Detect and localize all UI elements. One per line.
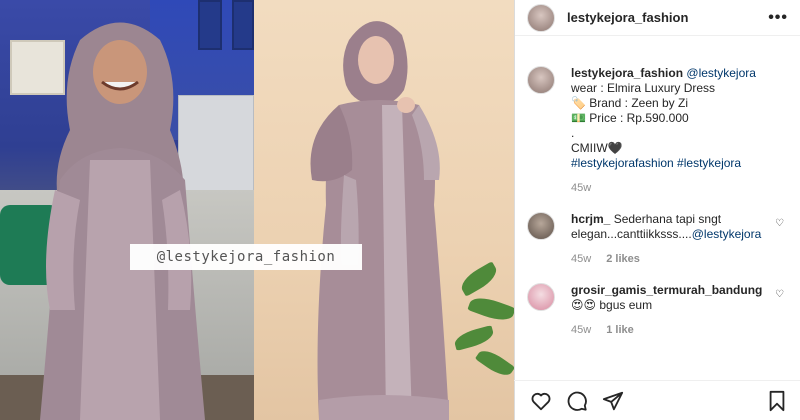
comment-username[interactable]: hcrjm_	[571, 212, 610, 226]
comment-meta: 45w 2 likes	[571, 252, 768, 267]
label-tag-emoji: 🏷️	[571, 96, 586, 110]
comment-likes[interactable]: 2 likes	[606, 253, 640, 265]
comment-like-heart-icon[interactable]: ♡	[775, 218, 784, 229]
heart-icon[interactable]	[530, 390, 552, 412]
caption-username[interactable]: lestykejora_fashion	[571, 66, 683, 80]
plant-leaf	[467, 292, 514, 326]
caption-brand: Brand : Zeen by Zi	[589, 96, 689, 110]
comment-likes[interactable]: 1 like	[606, 324, 634, 336]
caption-time[interactable]: 45w	[571, 182, 591, 194]
comment-time[interactable]: 45w	[571, 253, 591, 265]
author-username[interactable]: lestykejora_fashion	[567, 10, 768, 25]
model-figure-right	[310, 21, 449, 420]
comment-mention[interactable]: @lestykejora	[692, 227, 762, 241]
caption: lestykejora_fashion @lestykejora wear : …	[527, 66, 788, 196]
comments-list: lestykejora_fashion @lestykejora wear : …	[515, 52, 800, 338]
plant-leaf	[474, 345, 514, 381]
post-actions-bar	[514, 380, 800, 420]
post-header: lestykejora_fashion •••	[515, 0, 800, 36]
comment-icon[interactable]	[566, 390, 588, 412]
photo-right-panel	[254, 0, 514, 420]
caption-avatar[interactable]	[527, 66, 555, 94]
bookmark-icon[interactable]	[766, 390, 788, 412]
commenter-avatar[interactable]	[527, 283, 555, 311]
caption-wear: wear : Elmira Luxury Dress	[571, 81, 716, 95]
comment-time[interactable]: 45w	[571, 324, 591, 336]
black-heart-emoji: 🖤	[607, 141, 623, 155]
comment-username[interactable]: grosir_gamis_termurah_bandung	[571, 283, 762, 297]
post-side-panel: lestykejora_fashion ••• lestykejora_fash…	[514, 0, 800, 420]
photo-watermark: @lestykejora_fashion	[130, 244, 362, 270]
more-options-icon[interactable]: •••	[768, 9, 788, 27]
comment-item: grosir_gamis_termurah_bandung 😍😍 bgus eu…	[527, 283, 788, 338]
author-avatar[interactable]	[527, 3, 555, 32]
comment-like-heart-icon[interactable]: ♡	[775, 289, 784, 300]
caption-hashtags[interactable]: #lestykejorafashion #lestykejora	[571, 156, 768, 171]
share-icon[interactable]	[602, 390, 624, 412]
comment-item: hcrjm_ Sederhana tapi sngt elegan...cant…	[527, 212, 788, 267]
heart-eyes-emoji: 😍😍	[571, 298, 597, 312]
caption-price: Price : Rp.590.000	[589, 111, 689, 125]
caption-body: lestykejora_fashion @lestykejora wear : …	[571, 66, 788, 196]
comment-body: hcrjm_ Sederhana tapi sngt elegan...cant…	[571, 212, 788, 267]
post-photo[interactable]: @lestykejora_fashion	[0, 0, 514, 420]
caption-cmiiw: CMIIW	[571, 141, 608, 155]
caption-brand-line: 🏷️ Brand : Zeen by Zi	[571, 96, 768, 111]
caption-mention[interactable]: @lestykejora	[686, 66, 756, 80]
model-figure-left	[40, 22, 205, 420]
caption-meta: 45w	[571, 181, 768, 196]
caption-cmiiw-line: CMIIW🖤	[571, 141, 768, 156]
caption-price-line: 💵 Price : Rp.590.000	[571, 111, 768, 126]
caption-dot: .	[571, 126, 575, 140]
comment-text: bgus eum	[599, 298, 653, 312]
wall-frame	[232, 0, 254, 50]
photo-left-panel	[0, 0, 254, 420]
money-emoji: 💵	[571, 111, 586, 125]
comment-body: grosir_gamis_termurah_bandung 😍😍 bgus eu…	[571, 283, 788, 338]
commenter-avatar[interactable]	[527, 212, 555, 240]
comment-meta: 45w 1 like	[571, 323, 768, 338]
